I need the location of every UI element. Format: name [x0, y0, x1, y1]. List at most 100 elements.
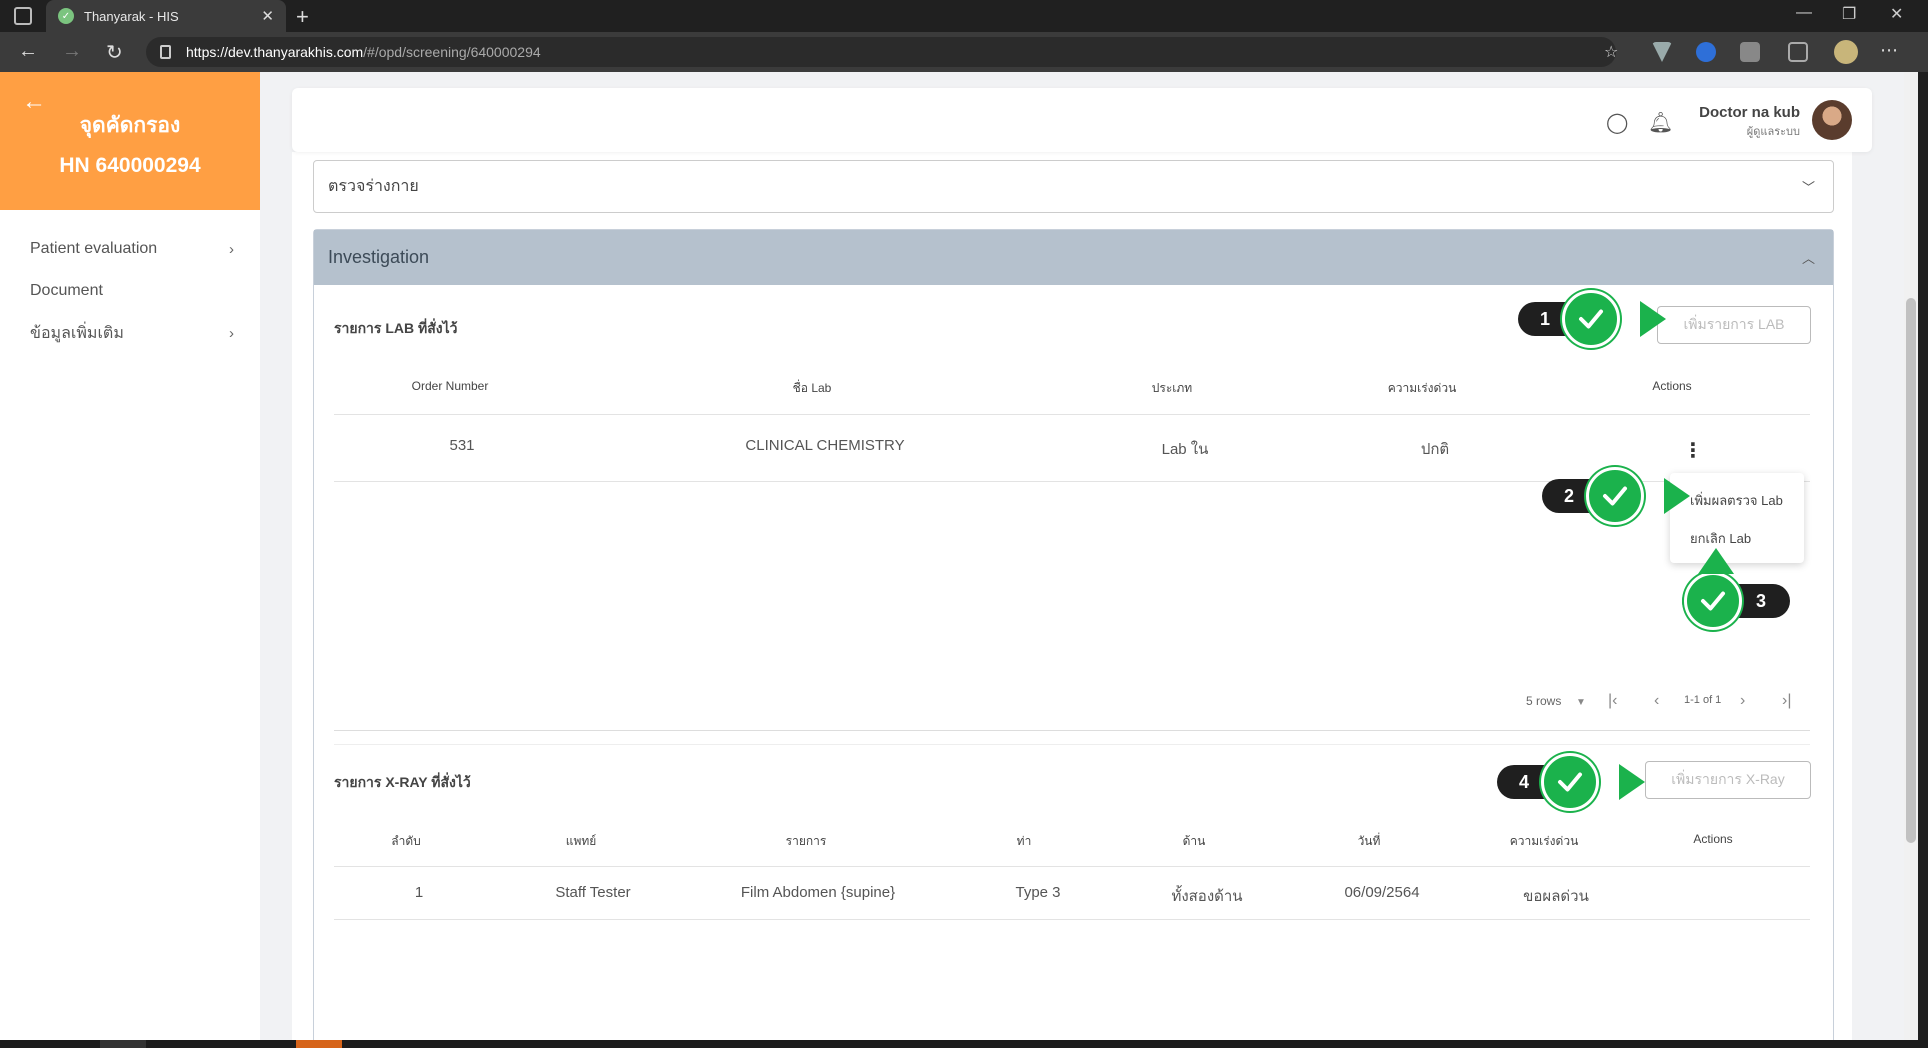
chevron-down-icon: ﹀: [1801, 180, 1815, 195]
avatar[interactable]: [1812, 100, 1852, 140]
step-marker-3: 3: [1682, 548, 1790, 630]
chevron-right-icon: ›: [229, 240, 234, 258]
column-header: แพทย์: [565, 834, 597, 848]
close-tab-icon[interactable]: ✕: [261, 7, 274, 25]
menu-item-add-lab-result[interactable]: เพิ่มผลตรวจ Lab: [1670, 481, 1804, 519]
arrow-right-icon: [1664, 478, 1690, 514]
taskbar-item[interactable]: [100, 1040, 146, 1048]
check-icon: [1684, 572, 1742, 630]
first-page-icon[interactable]: |‹: [1608, 692, 1617, 710]
row-actions-menu: เพิ่มผลตรวจ Lab ยกเลิก Lab: [1670, 473, 1804, 563]
sidebar-item-additional-info[interactable]: ข้อมูลเพิ่มเติม ›: [0, 312, 260, 354]
physical-exam-title: ตรวจร่างกาย: [328, 178, 419, 195]
step-marker-2: 2: [1542, 467, 1690, 525]
close-window-icon[interactable]: ✕: [1890, 4, 1903, 24]
arrow-right-icon: [1619, 764, 1645, 800]
divider: [334, 730, 1810, 731]
page-scrollbar[interactable]: [1904, 72, 1918, 1040]
tab-title: Thanyarak - HIS: [84, 8, 179, 24]
column-header: Actions: [1652, 379, 1692, 393]
back-arrow-icon[interactable]: ←: [22, 88, 46, 116]
check-icon: [1562, 290, 1620, 348]
lab-type-cell: Lab ใน: [1161, 441, 1209, 458]
lab-table-header: Order Number ชื่อ Lab ประเภท ความเร่งด่ว…: [334, 355, 1810, 415]
site-favicon-icon: ✓: [58, 8, 74, 24]
pose-cell: Type 3: [1015, 884, 1061, 901]
lab-name-cell: CLINICAL CHEMISTRY: [745, 437, 905, 454]
check-icon: [1586, 467, 1644, 525]
investigation-panel: Investigation ︿: [313, 229, 1834, 1048]
restore-icon[interactable]: ❐: [1842, 4, 1856, 24]
column-header: รายการ: [785, 834, 827, 848]
rows-per-page-select[interactable]: 5 rows: [1526, 694, 1561, 708]
date-cell: 06/09/2564: [1344, 884, 1420, 901]
user-name: Doctor na kub: [1699, 104, 1800, 121]
extensions-puzzle-icon[interactable]: [1740, 42, 1760, 62]
column-header: ประเภท: [1151, 381, 1193, 395]
step-marker-4: 4: [1497, 753, 1645, 811]
browser-tab[interactable]: ✓ Thanyarak - HIS ✕: [46, 0, 286, 32]
next-page-icon[interactable]: ›: [1740, 692, 1745, 710]
menu-item-cancel-lab[interactable]: ยกเลิก Lab: [1670, 519, 1804, 557]
sidebar: ← จุดคัดกรอง HN 640000294 Patient evalua…: [0, 72, 260, 1040]
minimize-icon[interactable]: —: [1796, 4, 1812, 22]
url-path: /#/opd/screening/640000294: [363, 44, 541, 60]
previous-page-icon[interactable]: ‹: [1654, 692, 1659, 710]
arrow-up-icon: [1698, 548, 1734, 574]
chat-icon[interactable]: ◯: [1606, 110, 1628, 135]
lab-section-title: รายการ LAB ที่สั่งไว้: [334, 320, 458, 336]
column-header: Order Number: [411, 379, 489, 393]
forward-icon[interactable]: →: [62, 40, 82, 63]
physical-exam-section[interactable]: ตรวจร่างกาย ﹀: [313, 160, 1834, 213]
hn-number: HN 640000294: [59, 154, 201, 177]
check-icon: [1541, 753, 1599, 811]
favorite-star-icon[interactable]: ☆: [1604, 42, 1618, 62]
step-marker-1: 1: [1518, 290, 1666, 348]
urgency-cell: ขอผลด่วน: [1523, 888, 1589, 905]
column-header: ความเร่งด่วน: [1509, 834, 1579, 848]
cast-icon[interactable]: [1788, 42, 1808, 62]
sidebar-item-label: Patient evaluation: [30, 240, 158, 257]
profile-avatar-icon[interactable]: [1834, 40, 1858, 64]
back-icon[interactable]: ←: [18, 40, 38, 63]
sidebar-item-label: Document: [30, 282, 103, 299]
extension-v-icon[interactable]: [1652, 42, 1672, 62]
more-menu-icon[interactable]: ⋯: [1880, 40, 1898, 61]
arrow-right-icon: [1640, 301, 1666, 337]
column-header: ความเร่งด่วน: [1387, 381, 1457, 395]
chevron-up-icon: ︿: [1801, 251, 1815, 266]
reload-icon[interactable]: ↻: [106, 40, 123, 65]
xray-section-title: รายการ X-RAY ที่สั่งไว้: [334, 774, 471, 790]
new-tab-icon[interactable]: +: [296, 4, 309, 30]
page-range: 1-1 of 1: [1684, 694, 1722, 706]
xray-no-cell: 1: [414, 884, 424, 901]
tab-actions-icon[interactable]: [14, 7, 32, 25]
column-header: ด้าน: [1182, 834, 1206, 848]
xray-item-cell: Film Abdomen {supine}: [740, 884, 896, 901]
user-role: ผู้ดูแลระบบ: [1746, 126, 1800, 138]
column-header: ท่า: [1016, 834, 1032, 848]
sidebar-item-label: ข้อมูลเพิ่มเติม: [30, 324, 124, 342]
investigation-title: Investigation: [328, 247, 430, 267]
sidebar-item-document[interactable]: Document: [0, 270, 260, 312]
column-header: ลำดับ: [391, 834, 421, 848]
bell-icon[interactable]: 🔔︎: [1648, 110, 1673, 135]
sidebar-item-patient-evaluation[interactable]: Patient evaluation ›: [0, 228, 260, 270]
taskbar-item[interactable]: [296, 1040, 342, 1048]
investigation-header[interactable]: Investigation ︿: [314, 230, 1833, 285]
window-edge: [1918, 72, 1928, 1040]
row-actions-kebab-icon[interactable]: ⋮: [1683, 438, 1703, 463]
address-bar[interactable]: https://dev.thanyarakhis.com/#/opd/scree…: [146, 37, 1616, 67]
top-header-bar: ◯ 🔔︎ Doctor na kub ผู้ดูแลระบบ: [292, 88, 1872, 152]
add-xray-button[interactable]: เพิ่มรายการ X-Ray: [1645, 761, 1811, 799]
table-row: 531 CLINICAL CHEMISTRY Lab ใน ปกติ: [334, 415, 1810, 482]
add-lab-button[interactable]: เพิ่มรายการ LAB: [1657, 306, 1811, 344]
caret-down-icon: ▼: [1576, 697, 1586, 708]
column-header: Actions: [1693, 832, 1733, 846]
sidebar-header: ← จุดคัดกรอง HN 640000294: [0, 72, 260, 210]
scrollbar-thumb[interactable]: [1906, 298, 1916, 843]
last-page-icon[interactable]: ›|: [1782, 692, 1791, 710]
extension-react-icon[interactable]: [1696, 42, 1716, 62]
lock-icon: [160, 45, 171, 59]
column-header: ชื่อ Lab: [792, 381, 832, 395]
